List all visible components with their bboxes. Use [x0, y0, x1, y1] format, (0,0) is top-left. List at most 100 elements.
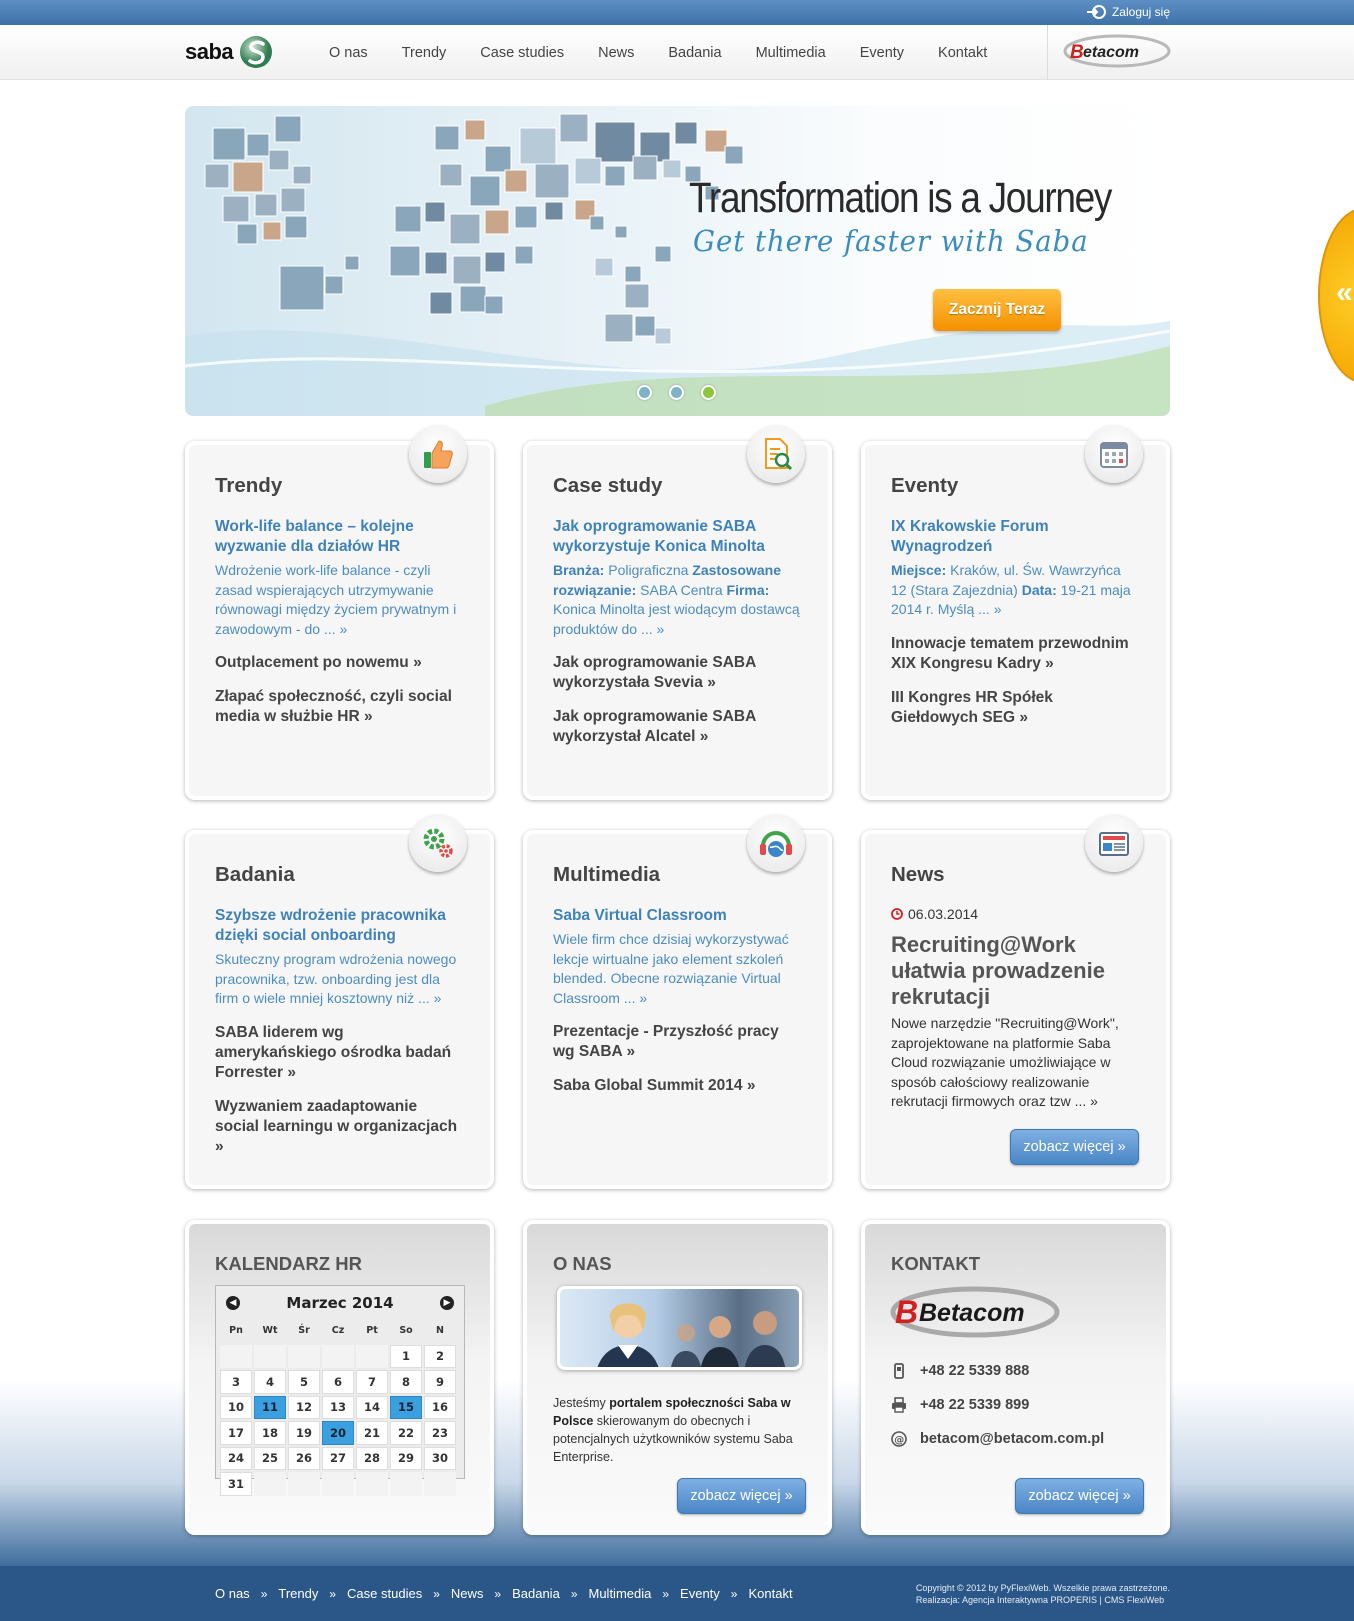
calendar-day[interactable]: 3	[220, 1370, 252, 1394]
article-link[interactable]: Innowacje tematem przewodnim XIX Kongres…	[891, 634, 1140, 674]
side-panel-toggle[interactable]: «	[1318, 208, 1354, 383]
article-link[interactable]: III Kongres HR Spółek Giełdowych SEG »	[891, 688, 1140, 728]
contact-more-button[interactable]: zobacz więcej »	[1015, 1478, 1144, 1514]
calendar-day[interactable]: 26	[288, 1446, 320, 1470]
logo-text: saba	[185, 39, 234, 64]
article-link[interactable]: Outplacement po nowemu »	[215, 653, 464, 673]
calendar-day[interactable]: 12	[288, 1395, 320, 1419]
photo-tile	[724, 145, 744, 165]
calendar-day[interactable]: 28	[356, 1446, 388, 1470]
contact-fax[interactable]: +48 22 5339 899	[891, 1397, 1029, 1413]
calendar-day[interactable]: 7	[356, 1370, 388, 1394]
article-link[interactable]: Saba Global Summit 2014 »	[553, 1076, 802, 1096]
slider-dot-2[interactable]	[669, 385, 684, 400]
gears-icon	[409, 814, 467, 872]
calendar-day[interactable]: 10	[220, 1395, 252, 1419]
article-link[interactable]: Złapać społeczność, czyli social media w…	[215, 687, 464, 727]
contact-phone[interactable]: +48 22 5339 888	[891, 1363, 1029, 1379]
photo-tile	[559, 113, 589, 143]
footer-link-badania[interactable]: Badania	[512, 1586, 560, 1601]
calendar-day[interactable]: 14	[356, 1395, 388, 1419]
calendar-day[interactable]: 23	[424, 1421, 456, 1445]
nav-item-news[interactable]: News	[581, 45, 651, 61]
calendar-day[interactable]: 31	[220, 1472, 252, 1496]
article-link[interactable]: Jak oprogramowanie SABA wykorzystuje Kon…	[553, 517, 802, 557]
calendar-day[interactable]: 21	[356, 1421, 388, 1445]
article-link[interactable]: SABA liderem wg amerykańskiego ośrodka b…	[215, 1023, 464, 1083]
next-month-icon[interactable]: ▶	[440, 1296, 454, 1310]
article-excerpt[interactable]: Wiele firm chce dzisiaj wykorzystywać le…	[553, 930, 802, 1008]
calendar-day[interactable]: 4	[254, 1370, 286, 1394]
betacom-logo[interactable]: B etacom	[1062, 33, 1172, 74]
contact-email[interactable]: @ betacom@betacom.com.pl	[891, 1431, 1104, 1447]
calendar-day[interactable]: 9	[424, 1370, 456, 1394]
article-excerpt[interactable]: Wdrożenie work-life balance - czyli zasa…	[215, 561, 464, 639]
about-more-button[interactable]: zobacz więcej »	[677, 1478, 806, 1514]
calendar-day[interactable]: 13	[322, 1395, 354, 1419]
calendar-day[interactable]: 19	[288, 1421, 320, 1445]
photo-tile	[246, 133, 270, 157]
article-link[interactable]: Saba Virtual Classroom	[553, 906, 802, 926]
slider-dot-3-active[interactable]	[701, 385, 716, 400]
nav-item-multimedia[interactable]: Multimedia	[739, 45, 843, 61]
article-link[interactable]: Wyzwaniem zaadaptowanie social learningu…	[215, 1097, 464, 1157]
calendar-day[interactable]: 1	[390, 1344, 422, 1368]
calendar-day[interactable]: 30	[424, 1446, 456, 1470]
calendar-day-event[interactable]: 15	[390, 1395, 422, 1419]
calendar-day[interactable]: 18	[254, 1421, 286, 1445]
article-link[interactable]: IX Krakowskie Forum Wynagrodzeń	[891, 517, 1140, 557]
calendar-day[interactable]: 16	[424, 1395, 456, 1419]
footer-link-case-studies[interactable]: Case studies	[347, 1586, 422, 1601]
calendar-day[interactable]: 6	[322, 1370, 354, 1394]
photo-tile	[604, 165, 626, 187]
calendar-day[interactable]: 17	[220, 1421, 252, 1445]
news-headline[interactable]: Recruiting@Work ułatwia prowadzenie rekr…	[891, 932, 1140, 1010]
nav-item-o-nas[interactable]: O nas	[312, 45, 385, 61]
article-link[interactable]: Work-life balance – kolejne wyzwanie dla…	[215, 517, 464, 557]
calendar-day-event[interactable]: 11	[254, 1395, 286, 1419]
article-excerpt[interactable]: Branża: Poligraficzna Zastosowane rozwią…	[553, 561, 802, 639]
calendar-grid: Pn Wt Śr Cz Pt So N 1 2 3 4 5 6 7 8 9 10 11 12 13 14 15 16 17 18…	[219, 1318, 462, 1497]
footer-link-news[interactable]: News	[451, 1586, 484, 1601]
calendar-day[interactable]: 8	[390, 1370, 422, 1394]
nav-item-eventy[interactable]: Eventy	[843, 45, 921, 61]
calendar-day[interactable]: 22	[390, 1421, 422, 1445]
calendar-day[interactable]: 24	[220, 1446, 252, 1470]
article-excerpt[interactable]: Miejsce: Kraków, ul. Św. Wawrzyńca 12 (S…	[891, 561, 1140, 620]
prev-month-icon[interactable]: ◀	[226, 1296, 240, 1310]
nav-item-trendy[interactable]: Trendy	[385, 45, 464, 61]
photo-tile	[654, 245, 672, 263]
photo-tile	[464, 119, 486, 141]
article-link[interactable]: Prezentacje - Przyszłość pracy wg SABA »	[553, 1022, 802, 1062]
nav-item-badania[interactable]: Badania	[651, 45, 738, 61]
saba-logo[interactable]: saba	[185, 35, 273, 69]
login-link[interactable]: Zaloguj się	[1086, 5, 1170, 19]
credits-text[interactable]: Realizacja: Agencja Interaktywna PROPERI…	[916, 1594, 1170, 1606]
nav-item-kontakt[interactable]: Kontakt	[921, 45, 1004, 61]
photo-tile	[594, 257, 614, 277]
calendar-day-name: Wt	[262, 1325, 278, 1337]
footer-link-multimedia[interactable]: Multimedia	[589, 1586, 652, 1601]
calendar-day[interactable]: 25	[254, 1446, 286, 1470]
footer-link-trendy[interactable]: Trendy	[278, 1586, 318, 1601]
calendar-day[interactable]: 2	[424, 1344, 456, 1368]
nav-item-case-studies[interactable]: Case studies	[463, 45, 581, 61]
article-link[interactable]: Szybsze wdrożenie pracownika dzięki soci…	[215, 906, 464, 946]
article-excerpt[interactable]: Skuteczny program wdrożenia nowego praco…	[215, 950, 464, 1009]
calendar-day-event[interactable]: 20	[322, 1421, 354, 1445]
article-link[interactable]: Jak oprogramowanie SABA wykorzystała Sve…	[553, 653, 802, 693]
news-more-button[interactable]: zobacz więcej »	[1010, 1129, 1139, 1165]
article-link[interactable]: Jak oprogramowanie SABA wykorzystał Alca…	[553, 707, 802, 747]
calendar-day[interactable]: 29	[390, 1446, 422, 1470]
footer-link-o-nas[interactable]: O nas	[215, 1586, 250, 1601]
photo-tile	[389, 245, 421, 277]
footer-link-eventy[interactable]: Eventy	[680, 1586, 720, 1601]
headphones-globe-icon	[747, 814, 805, 872]
calendar-day[interactable]: 27	[322, 1446, 354, 1470]
news-excerpt[interactable]: Nowe narzędzie "Recruiting@Work", zaproj…	[891, 1014, 1140, 1112]
slider-dot-1[interactable]	[637, 385, 652, 400]
start-now-button[interactable]: Zacznij Teraz	[933, 289, 1061, 331]
box-title: Multimedia	[553, 863, 661, 886]
calendar-day[interactable]: 5	[288, 1370, 320, 1394]
footer-link-kontakt[interactable]: Kontakt	[748, 1586, 792, 1601]
